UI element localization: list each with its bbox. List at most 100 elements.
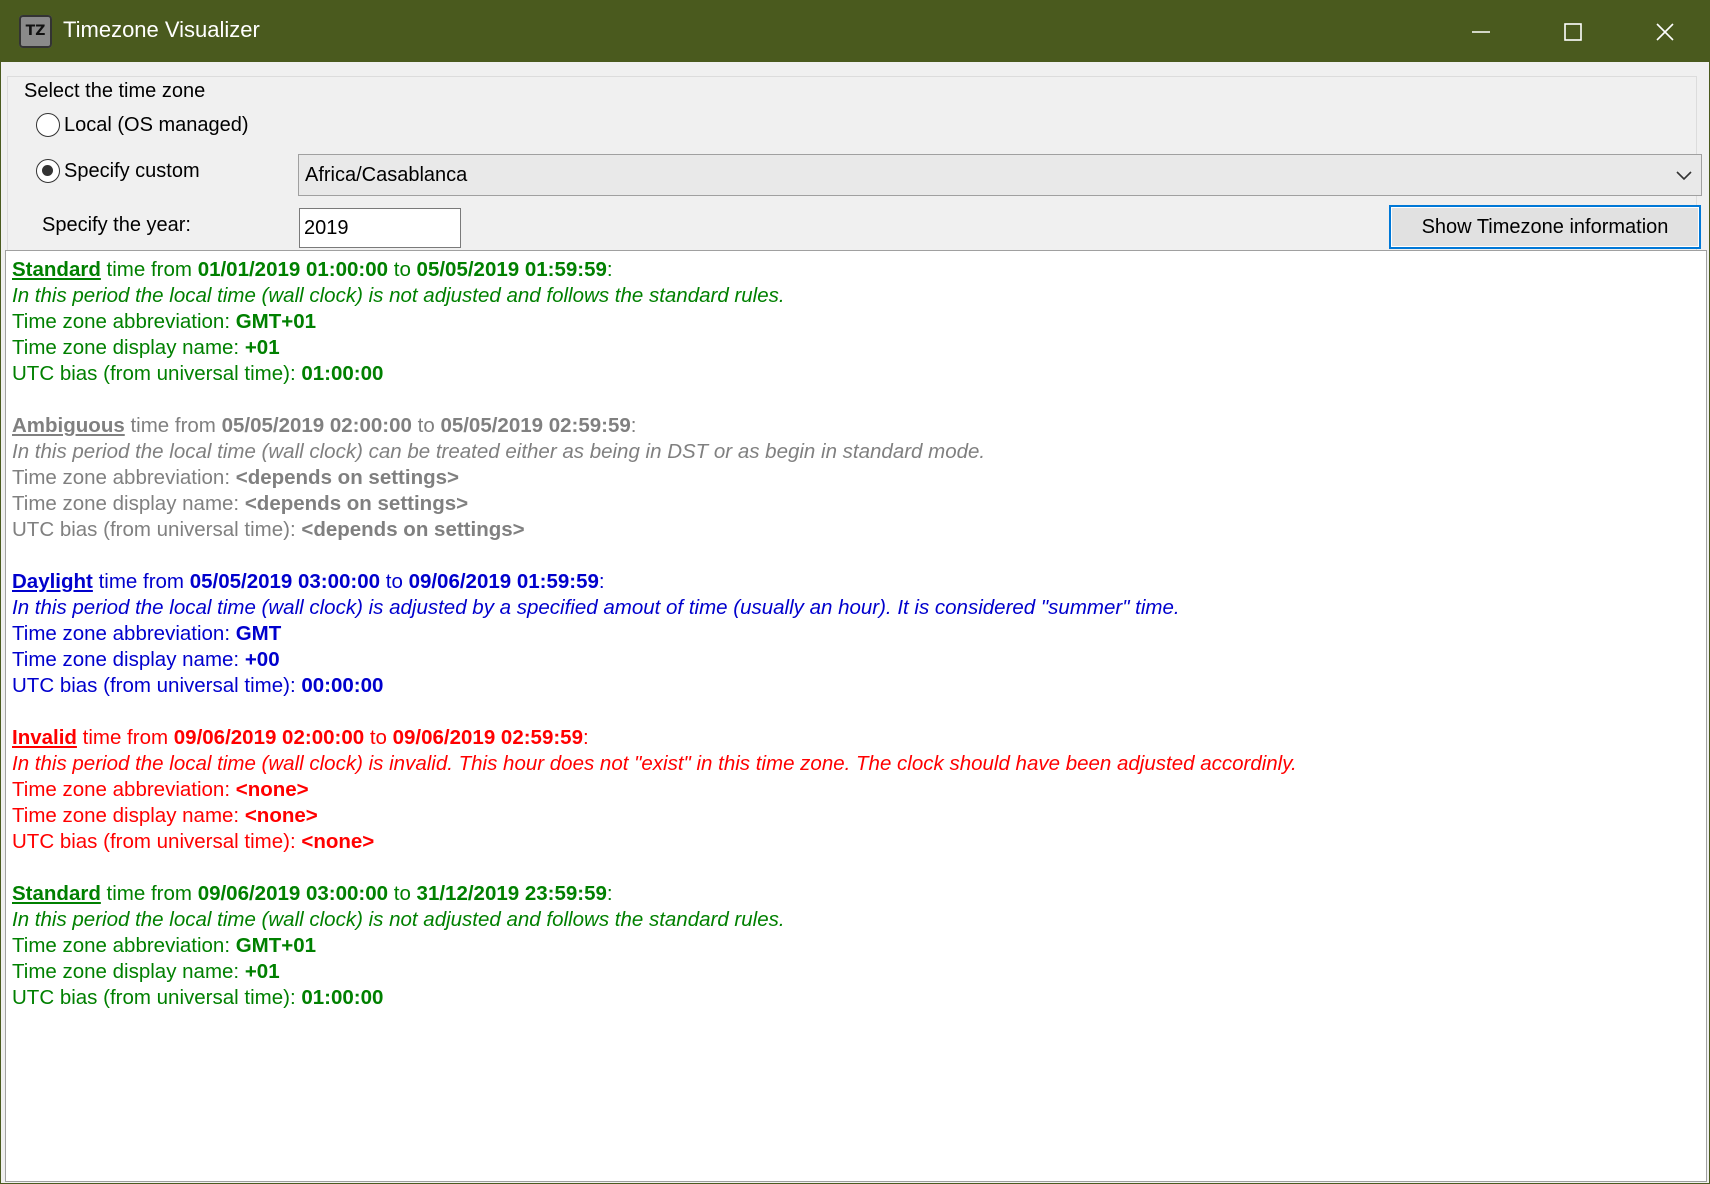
custom-radio-label: Specify custom	[64, 159, 200, 182]
display-name-line: Time zone display name: <none>	[12, 803, 1700, 829]
custom-radio[interactable]	[36, 159, 60, 183]
abbreviation-line: Time zone abbreviation: GMT	[12, 621, 1700, 647]
utc-bias-value: <depends on settings>	[301, 518, 525, 541]
period-header: Daylight time from 05/05/2019 03:00:00 t…	[12, 569, 1700, 595]
abbreviation-value: <none>	[235, 778, 309, 801]
period-kind: Daylight	[12, 570, 93, 593]
chevron-down-icon[interactable]	[1667, 164, 1701, 187]
period-description: In this period the local time (wall cloc…	[12, 908, 785, 931]
show-timezone-info-button[interactable]: Show Timezone information	[1389, 205, 1701, 249]
period-description: In this period the local time (wall cloc…	[12, 284, 785, 307]
utc-bias-label: UTC bias (from universal time):	[12, 986, 302, 1009]
utc-bias-value: <none>	[301, 830, 375, 853]
utc-bias-value: 00:00:00	[301, 674, 384, 697]
to-label: to	[364, 726, 393, 749]
abbreviation-value: GMT	[235, 622, 282, 645]
period-end: 09/06/2019 02:59:59	[392, 726, 583, 749]
custom-radio-option[interactable]: Specify custom	[36, 159, 200, 183]
to-label: to	[380, 570, 409, 593]
period-kind: Standard	[12, 258, 101, 281]
colon: :	[582, 726, 589, 749]
timezone-dropdown[interactable]: Africa/Casablanca	[298, 154, 1702, 196]
display-name-label: Time zone display name:	[12, 804, 245, 827]
utc-bias-line: UTC bias (from universal time): 00:00:00	[12, 673, 1700, 699]
utc-bias-line: UTC bias (from universal time): 01:00:00	[12, 985, 1700, 1011]
period-start: 09/06/2019 02:00:00	[173, 726, 365, 749]
periods-list: Standard time from 01/01/2019 01:00:00 t…	[12, 257, 1700, 1011]
period-start: 01/01/2019 01:00:00	[197, 258, 389, 281]
utc-bias-line: UTC bias (from universal time): <depends…	[12, 517, 1700, 543]
app-window: TZ Timezone Visualizer Select the time z…	[0, 0, 1710, 1184]
to-label: to	[388, 258, 417, 281]
colon: :	[598, 570, 605, 593]
abbreviation-value: GMT+01	[235, 310, 317, 333]
time-from-label: time from	[100, 258, 198, 281]
abbreviation-label: Time zone abbreviation:	[12, 778, 236, 801]
abbreviation-label: Time zone abbreviation:	[12, 934, 236, 957]
period-header: Ambiguous time from 05/05/2019 02:00:00 …	[12, 413, 1700, 439]
local-radio-option[interactable]: Local (OS managed)	[36, 113, 249, 137]
display-name-label: Time zone display name:	[12, 336, 245, 359]
utc-bias-label: UTC bias (from universal time):	[12, 518, 302, 541]
period-description: In this period the local time (wall cloc…	[12, 752, 1297, 775]
year-input[interactable]	[299, 208, 461, 248]
utc-bias-line: UTC bias (from universal time): 01:00:00	[12, 361, 1700, 387]
utc-bias-label: UTC bias (from universal time):	[12, 674, 302, 697]
abbreviation-line: Time zone abbreviation: <none>	[12, 777, 1700, 803]
period-header: Invalid time from 09/06/2019 02:00:00 to…	[12, 725, 1700, 751]
minimize-icon	[1472, 30, 1490, 33]
period-header: Standard time from 01/01/2019 01:00:00 t…	[12, 257, 1700, 283]
abbreviation-line: Time zone abbreviation: GMT+01	[12, 933, 1700, 959]
utc-bias-line: UTC bias (from universal time): <none>	[12, 829, 1700, 855]
period-block: Standard time from 01/01/2019 01:00:00 t…	[12, 257, 1700, 387]
main-content: Select the time zone Local (OS managed) …	[1, 62, 1709, 1183]
display-name-label: Time zone display name:	[12, 648, 245, 671]
period-block: Invalid time from 09/06/2019 02:00:00 to…	[12, 725, 1700, 855]
abbreviation-line: Time zone abbreviation: <depends on sett…	[12, 465, 1700, 491]
period-kind: Invalid	[12, 726, 77, 749]
window-title: Timezone Visualizer	[63, 17, 260, 42]
group-title: Select the time zone	[20, 80, 210, 103]
display-name-line: Time zone display name: +01	[12, 959, 1700, 985]
local-radio[interactable]	[36, 113, 60, 137]
time-from-label: time from	[76, 726, 174, 749]
to-label: to	[411, 414, 441, 437]
period-end: 09/06/2019 01:59:59	[408, 570, 599, 593]
display-name-value: +00	[244, 648, 280, 671]
display-name-line: Time zone display name: <depends on sett…	[12, 491, 1700, 517]
display-name-label: Time zone display name:	[12, 492, 245, 515]
time-from-label: time from	[92, 570, 190, 593]
minimize-button[interactable]	[1435, 1, 1527, 62]
time-from-label: time from	[124, 414, 222, 437]
period-block: Standard time from 09/06/2019 03:00:00 t…	[12, 881, 1700, 1011]
to-label: to	[388, 882, 417, 905]
maximize-button[interactable]	[1527, 1, 1619, 62]
utc-bias-value: 01:00:00	[301, 986, 384, 1009]
utc-bias-label: UTC bias (from universal time):	[12, 362, 302, 385]
period-header: Standard time from 09/06/2019 03:00:00 t…	[12, 881, 1700, 907]
period-start: 05/05/2019 02:00:00	[221, 414, 412, 437]
local-radio-label: Local (OS managed)	[64, 113, 249, 136]
colon: :	[630, 414, 637, 437]
period-description: In this period the local time (wall cloc…	[12, 440, 986, 463]
utc-bias-label: UTC bias (from universal time):	[12, 830, 302, 853]
abbreviation-value: <depends on settings>	[235, 466, 459, 489]
period-description: In this period the local time (wall cloc…	[12, 596, 1180, 619]
timezone-info-output[interactable]: Standard time from 01/01/2019 01:00:00 t…	[5, 250, 1707, 1182]
maximize-icon	[1564, 22, 1582, 41]
period-kind: Standard	[12, 882, 101, 905]
period-end: 05/05/2019 02:59:59	[440, 414, 631, 437]
title-bar[interactable]: TZ Timezone Visualizer	[1, 1, 1709, 62]
close-button[interactable]	[1619, 1, 1710, 62]
display-name-value: <none>	[244, 804, 318, 827]
period-end: 05/05/2019 01:59:59	[416, 258, 607, 281]
abbreviation-value: GMT+01	[235, 934, 317, 957]
close-icon	[1656, 22, 1674, 41]
display-name-line: Time zone display name: +00	[12, 647, 1700, 673]
display-name-value: +01	[244, 336, 280, 359]
period-kind: Ambiguous	[12, 414, 125, 437]
period-start: 05/05/2019 03:00:00	[189, 570, 381, 593]
period-start: 09/06/2019 03:00:00	[197, 882, 389, 905]
year-label: Specify the year:	[42, 214, 191, 236]
display-name-value: <depends on settings>	[244, 492, 469, 515]
